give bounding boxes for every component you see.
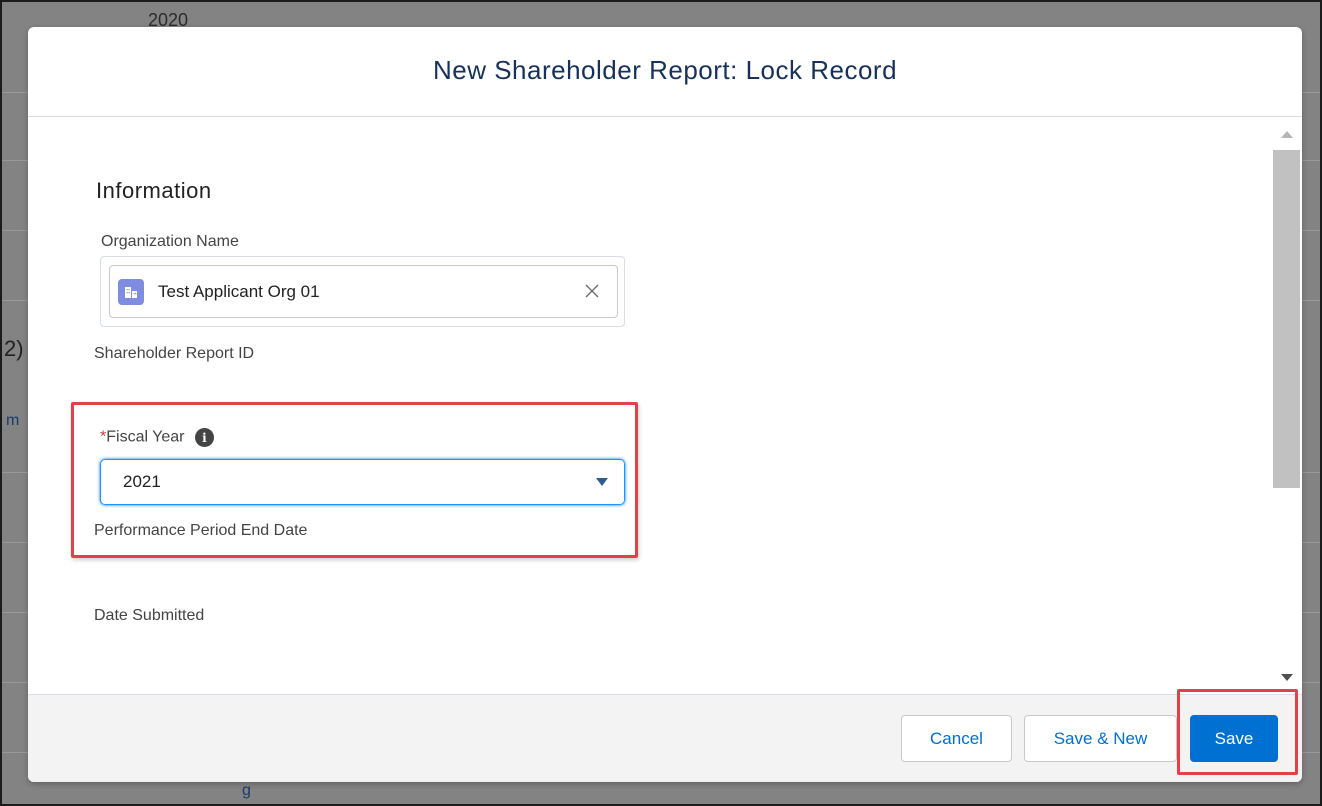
shareholder-report-id-label: Shareholder Report ID — [94, 345, 255, 362]
background-fragment: 2) — [4, 336, 24, 361]
performance-period-label: Performance Period End Date — [94, 522, 308, 539]
modal-title: New Shareholder Report: Lock Record — [432, 55, 898, 85]
chevron-down-icon — [596, 478, 608, 486]
section-title: Information — [96, 178, 212, 203]
save-new-button[interactable]: Save & New — [1024, 715, 1177, 762]
org-name-value: Test Applicant Org 01 — [158, 281, 320, 301]
modal-scrollbar[interactable] — [1272, 118, 1302, 694]
building-icon — [118, 278, 144, 305]
org-name-pill[interactable]: Test Applicant Org 01 — [109, 265, 618, 318]
cancel-button[interactable]: Cancel — [901, 715, 1012, 762]
close-icon[interactable] — [581, 280, 603, 302]
new-record-modal: New Shareholder Report: Lock Record Info… — [28, 27, 1302, 782]
save-button[interactable]: Save — [1190, 715, 1278, 762]
scroll-thumb[interactable] — [1273, 150, 1300, 488]
fiscal-year-select[interactable]: 2021 — [100, 459, 625, 505]
modal-header: New Shareholder Report: Lock Record — [28, 27, 1302, 117]
date-submitted-label: Date Submitted — [94, 607, 205, 624]
org-name-field: Test Applicant Org 01 — [100, 256, 625, 327]
org-name-label: Organization Name — [101, 233, 239, 250]
modal-footer: Cancel Save & New Save — [28, 694, 1302, 782]
fiscal-year-value: 2021 — [123, 472, 161, 491]
scroll-up-icon[interactable] — [1281, 131, 1293, 138]
fiscal-year-label: *Fiscal Year i — [100, 428, 214, 447]
background-fragment: g — [242, 782, 251, 799]
scroll-down-icon[interactable] — [1281, 674, 1293, 681]
modal-body: Information Organization Name Test Appli… — [28, 118, 1302, 694]
fiscal-year-label-text: Fiscal Year — [106, 428, 185, 446]
background-fragment: m — [6, 412, 20, 429]
info-icon[interactable]: i — [194, 428, 214, 447]
